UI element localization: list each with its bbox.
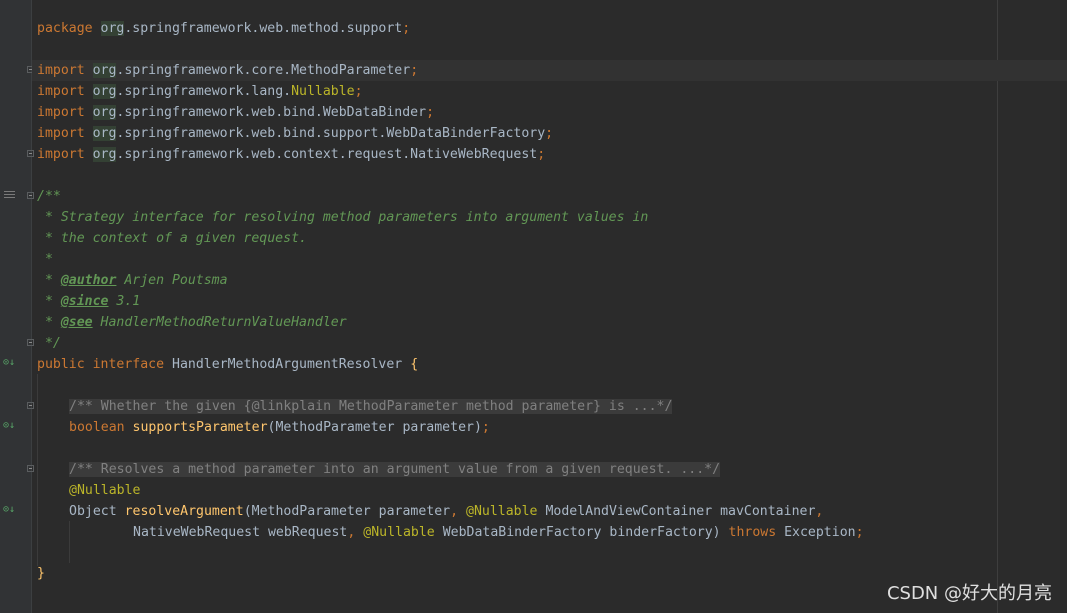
javadoc-author-line[interactable]: * @author Arjen Poutsma [37, 270, 228, 291]
method-param: ModelAndViewContainer mavContainer [537, 504, 816, 519]
javadoc-prefix: * [37, 294, 61, 309]
method-supports-parameter[interactable]: boolean supportsParameter(MethodParamete… [69, 417, 490, 438]
javadoc-line[interactable]: * Strategy interface for resolving metho… [37, 207, 648, 228]
keyword-import: import [37, 63, 85, 78]
implemented-down-arrow-icon[interactable]: ⊙↓ [3, 420, 15, 432]
keyword-import: import [37, 84, 85, 99]
package-segment: org [92, 105, 117, 120]
comma: , [815, 504, 824, 519]
interface-name: HandlerMethodArgumentResolver [164, 357, 411, 372]
import-class-nullable: Nullable [291, 84, 355, 99]
indent-guide [37, 374, 38, 566]
comma: , [347, 525, 356, 540]
interface-declaration[interactable]: public interface HandlerMethodArgumentRe… [37, 354, 418, 375]
javadoc-author-value: Arjen Poutsma [116, 273, 228, 288]
method-name: resolveArgument [124, 504, 244, 519]
doc-render-icon[interactable] [4, 191, 15, 200]
javadoc-line[interactable]: * the context of a given request. [37, 228, 307, 249]
import-path: .springframework.core.MethodParameter [116, 63, 411, 78]
annotation-nullable: @Nullable [363, 525, 435, 540]
keyword-public: public [37, 357, 85, 372]
import-path: .springframework.web.bind.support.WebDat… [116, 126, 546, 141]
folded-doc-text: /** Resolves a method parameter into an … [69, 462, 721, 477]
import-path: .springframework.lang. [116, 84, 292, 99]
package-segment: org [92, 147, 117, 162]
exception-type: Exception [776, 525, 856, 540]
method-resolve-argument[interactable]: Object resolveArgument(MethodParameter p… [69, 501, 823, 522]
folded-doc-comment[interactable]: /** Resolves a method parameter into an … [69, 459, 721, 480]
code-line-import[interactable]: import org.springframework.web.context.r… [37, 144, 545, 165]
indent-guide [69, 521, 70, 563]
annotation-nullable: @Nullable [466, 504, 538, 519]
implemented-down-arrow-icon[interactable]: ⊙↓ [3, 504, 15, 516]
javadoc-line[interactable]: * [37, 249, 53, 270]
package-segment: org [92, 84, 117, 99]
import-path: .springframework.web.context.request.Nat… [116, 147, 538, 162]
method-resolve-argument-cont[interactable]: NativeWebRequest webRequest, @Nullable W… [133, 522, 864, 543]
method-param: NativeWebRequest webRequest [133, 525, 348, 540]
close-brace[interactable]: } [37, 563, 45, 584]
implemented-down-arrow-icon[interactable]: ⊙↓ [3, 357, 15, 369]
code-line-import[interactable]: import org.springframework.core.MethodPa… [37, 60, 418, 81]
keyword-throws: throws [728, 525, 777, 540]
keyword-boolean: boolean [69, 420, 125, 435]
semicolon: ; [410, 63, 419, 78]
code-line-import[interactable]: import org.springframework.web.bind.supp… [37, 123, 553, 144]
semicolon: ; [481, 420, 490, 435]
package-segment: org [92, 63, 117, 78]
annotation-nullable[interactable]: @Nullable [69, 480, 140, 501]
javadoc-prefix: * [37, 273, 61, 288]
semicolon: ; [545, 126, 554, 141]
semicolon: ; [426, 105, 435, 120]
javadoc-see-tag: @see [60, 315, 93, 330]
javadoc-see-value: HandlerMethodReturnValueHandler [92, 315, 347, 330]
keyword-import: import [37, 147, 85, 162]
code-editor[interactable]: package org.springframework.web.method.s… [32, 0, 1067, 613]
folded-doc-text: /** Whether the given {@linkplain Method… [69, 399, 673, 414]
semicolon: ; [354, 84, 363, 99]
javadoc-close[interactable]: */ [37, 333, 61, 354]
package-segment: org [100, 21, 125, 36]
right-margin-guide [997, 0, 998, 613]
code-line-import[interactable]: import org.springframework.lang.Nullable… [37, 81, 363, 102]
javadoc-since-tag: @since [60, 294, 109, 309]
comma: , [450, 504, 459, 519]
method-param: (MethodParameter parameter [243, 504, 451, 519]
package-segment: org [92, 126, 117, 141]
return-type: Object [69, 504, 117, 519]
keyword-import: import [37, 105, 85, 120]
keyword-import: import [37, 126, 85, 141]
package-path: .springframework.web.method.support [124, 21, 403, 36]
semicolon: ; [537, 147, 546, 162]
method-params: (MethodParameter parameter) [267, 420, 482, 435]
watermark: CSDN @好大的月亮 [886, 583, 1052, 604]
method-param: WebDataBinderFactory binderFactory) [434, 525, 721, 540]
code-line-import[interactable]: import org.springframework.web.bind.WebD… [37, 102, 434, 123]
keyword-package: package [37, 21, 93, 36]
javadoc-since-line[interactable]: * @since 3.1 [37, 291, 140, 312]
javadoc-author-tag: @author [60, 273, 117, 288]
javadoc-prefix: * [37, 315, 61, 330]
javadoc-open[interactable]: /** [37, 186, 61, 207]
semicolon: ; [855, 525, 864, 540]
editor-gutter: ⊙↓ ⊙↓ ⊙↓ [0, 0, 32, 613]
javadoc-see-line[interactable]: * @see HandlerMethodReturnValueHandler [37, 312, 347, 333]
import-path: .springframework.web.bind.WebDataBinder [116, 105, 427, 120]
keyword-interface: interface [92, 357, 165, 372]
semicolon: ; [402, 21, 411, 36]
folded-doc-comment[interactable]: /** Whether the given {@linkplain Method… [69, 396, 673, 417]
method-name: supportsParameter [132, 420, 268, 435]
code-line-package[interactable]: package org.springframework.web.method.s… [37, 18, 410, 39]
javadoc-since-value: 3.1 [108, 294, 141, 309]
open-brace: { [410, 357, 419, 372]
